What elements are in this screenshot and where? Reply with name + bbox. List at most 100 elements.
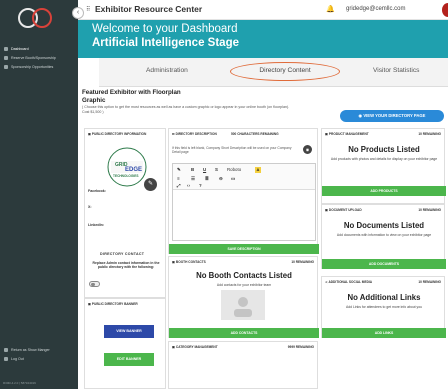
home-icon: [4, 46, 8, 51]
sidebar-item-label: Log Out: [11, 356, 24, 361]
card-header: ▣ PUBLIC DIRECTORY BANNER: [88, 302, 138, 306]
user-email[interactable]: gridedge@cemllc.com: [346, 6, 405, 12]
brush-icon[interactable]: ✎: [177, 167, 181, 173]
directory-contact-heading: DIRECTORY CONTACT: [100, 252, 145, 256]
sidebar-item-label: Sponsorship Opportunities: [11, 64, 54, 69]
characters-remaining: 500 CHARACTERS REMAINING: [231, 132, 279, 136]
strikethrough-button[interactable]: S: [215, 167, 218, 172]
card-header-label: DIRECTORY DESCRIPTION: [175, 132, 217, 136]
card-header-label: PRODUCT MANAGEMENT: [328, 132, 369, 136]
grid-icon: [4, 55, 8, 60]
help-icon[interactable]: ?: [199, 183, 202, 188]
logo-text-technologies: TECHNOLOGIES: [113, 174, 139, 178]
sidebar-item-reserve-booth[interactable]: Reserve Booth/Sponsorship: [0, 53, 78, 62]
products-empty-title: No Products Listed: [348, 145, 420, 154]
collapse-sidebar-button[interactable]: ‹: [72, 7, 84, 19]
document-upload-card: ▣ DOCUMENT UPLOAD 10 REMAINING No Docume…: [321, 204, 446, 269]
documents-empty-title: No Documents Listed: [343, 221, 425, 230]
tab-directory-content[interactable]: Directory Content: [230, 62, 340, 81]
category-management-card: ▣ CATEGORY MANAGEMENT 9999 REMAINING: [168, 341, 318, 389]
contacts-remaining: 10 REMAINING: [291, 260, 314, 264]
facebook-label: Facebook:: [88, 189, 106, 193]
tab-visitor-statistics[interactable]: Visitor Statistics: [373, 67, 419, 74]
feature-description: ( Choose this option to get the most res…: [82, 105, 290, 114]
list-icon[interactable]: ≡: [177, 176, 180, 181]
contact-placeholder-icon: [221, 290, 265, 320]
bell-icon[interactable]: 🔔: [326, 5, 335, 13]
sidebar-item-sponsorship[interactable]: Sponsorship Opportunities: [0, 62, 78, 71]
directory-contact-toggle[interactable]: [89, 281, 100, 287]
booth-contacts-empty-subtitle: Add contacts for your exhibitor team: [216, 283, 272, 287]
align-icon[interactable]: ≣: [205, 176, 209, 182]
category-remaining: 9999 REMAINING: [287, 345, 314, 349]
card-header: ▣ PUBLIC DIRECTORY INFORMATION: [88, 132, 147, 136]
fullscreen-icon[interactable]: ⤢: [177, 183, 181, 188]
view-directory-page-button[interactable]: ◉ VIEW YOUR DIRECTORY PAGE: [340, 110, 444, 122]
linkedin-label: LinkedIn:: [88, 223, 104, 227]
view-directory-label: VIEW YOUR DIRECTORY PAGE: [363, 113, 426, 118]
ordered-list-icon[interactable]: ☰: [191, 176, 195, 182]
feature-subtitle: Graphic: [82, 97, 106, 104]
eye-icon: ◉: [305, 147, 310, 152]
card-header-label: PUBLIC DIRECTORY INFORMATION: [91, 132, 147, 136]
bold-button[interactable]: B: [191, 167, 194, 172]
welcome-banner: Welcome to your Dashboard Artificial Int…: [78, 20, 448, 58]
underline-button[interactable]: U: [203, 167, 206, 172]
tab-bar: Administration Directory Content Visitor…: [99, 58, 448, 87]
description-note: If this field is left blank, Company Sho…: [172, 146, 292, 155]
card-header: ≺ ADDITIONAL SOCIAL MEDIA: [325, 280, 373, 284]
code-view-icon[interactable]: ‹›: [187, 183, 190, 188]
booth-contacts-empty-title: No Booth Contacts Listed: [196, 271, 292, 280]
products-empty-subtitle: Add products with photos and details for…: [330, 157, 438, 161]
sidebar-item-return-show-manager[interactable]: Return as Show Manger: [0, 345, 78, 354]
logo-text-edge: EDGE: [125, 167, 142, 173]
edit-banner-button[interactable]: EDIT BANNER: [104, 353, 154, 366]
drag-handle-icon: ⠿: [86, 7, 91, 13]
company-logo: [18, 8, 52, 28]
links-remaining: 10 REMAINING: [418, 280, 441, 284]
documents-empty-subtitle: Add documents with information to view o…: [336, 233, 432, 237]
editor-toolbar: ✎ B U S Roboto A ≡ ☰ ≣ ⊖ ▭ ⤢ ‹› ?: [173, 164, 315, 190]
card-header: ▣ DOCUMENT UPLOAD: [325, 208, 362, 212]
image-icon[interactable]: ▭: [231, 176, 235, 182]
links-empty-subtitle: Add Links for attendees to get more info…: [346, 305, 422, 309]
public-directory-card: ▣ PUBLIC DIRECTORY INFORMATION GRID EDGE…: [84, 128, 166, 298]
logout-icon: [4, 356, 8, 361]
directory-banner-card: ▣ PUBLIC DIRECTORY BANNER VIEW BANNER ED…: [84, 298, 166, 389]
sidebar: Dashboard Reserve Booth/Sponsorship Spon…: [0, 0, 78, 389]
avatar[interactable]: [442, 3, 448, 17]
add-links-button[interactable]: ADD LINKS: [322, 328, 446, 338]
card-header: ▣ PRODUCT MANAGEMENT: [325, 132, 369, 136]
save-description-button[interactable]: SAVE DESCRIPTION: [169, 244, 319, 254]
app-title: Exhibitor Resource Center: [95, 4, 203, 14]
text-color-button[interactable]: A: [255, 167, 261, 173]
exhibitor-logo: GRID EDGE TECHNOLOGIES: [107, 147, 147, 187]
top-bar: ⠿ Exhibitor Resource Center 🔔 gridedge@c…: [78, 0, 448, 20]
view-banner-button[interactable]: VIEW BANNER: [104, 325, 154, 338]
welcome-heading: Welcome to your Dashboard: [92, 23, 238, 35]
add-products-button[interactable]: ADD PRODUCTS: [322, 186, 446, 196]
tab-administration[interactable]: Administration: [146, 67, 188, 74]
font-select[interactable]: Roboto: [227, 167, 241, 172]
directory-contact-description: Replace Admin contact information in the…: [92, 261, 160, 270]
card-header-label: ADDITIONAL SOCIAL MEDIA: [328, 280, 373, 284]
sidebar-item-label: Reserve Booth/Sponsorship: [11, 55, 56, 60]
link-icon[interactable]: ⊖: [219, 176, 223, 182]
feature-title: Featured Exhibitor with Floorplan: [82, 89, 181, 96]
add-documents-button[interactable]: ADD DOCUMENTS: [322, 259, 446, 269]
preview-button[interactable]: ◉: [303, 145, 312, 154]
card-header-label: PUBLIC DIRECTORY BANNER: [91, 302, 138, 306]
links-empty-title: No Additional Links: [347, 293, 421, 302]
card-header-label: CATEGORY MANAGEMENT: [175, 345, 218, 349]
edit-info-button[interactable]: ✎: [144, 178, 157, 191]
sidebar-item-logout[interactable]: Log Out: [0, 354, 78, 363]
add-contacts-button[interactable]: ADD CONTACTS: [169, 328, 319, 338]
version-label: R30R-4.2.0 | 587324019: [3, 381, 36, 385]
sidebar-item-dashboard[interactable]: Dashboard: [0, 44, 78, 53]
description-editor[interactable]: ✎ B U S Roboto A ≡ ☰ ≣ ⊖ ▭ ⤢ ‹› ?: [172, 163, 316, 241]
list-icon: [4, 64, 8, 69]
x-label: X:: [88, 205, 92, 209]
pencil-icon: ✎: [147, 181, 154, 187]
documents-remaining: 10 REMAINING: [418, 208, 441, 212]
card-header: ▣ BOOTH CONTACTS: [172, 260, 206, 264]
